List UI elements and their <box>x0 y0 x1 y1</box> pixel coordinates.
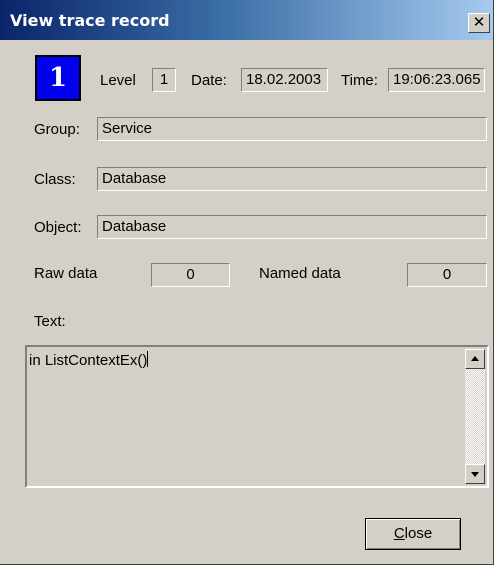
text-value: in ListContextEx() <box>29 352 148 369</box>
close-button[interactable]: Close <box>365 518 461 550</box>
text-content: in ListContextEx() <box>29 351 149 369</box>
named-data-field: 0 <box>407 263 487 287</box>
raw-data-field: 0 <box>151 263 230 287</box>
object-label: Object: <box>34 219 82 236</box>
arrow-down-icon <box>471 472 479 477</box>
text-area[interactable]: in ListContextEx() <box>25 345 489 488</box>
group-field: Service <box>97 117 487 141</box>
date-field: 18.02.2003 <box>241 68 328 92</box>
arrow-up-icon <box>471 356 479 361</box>
scroll-up-button[interactable] <box>465 349 485 369</box>
time-field: 19:06:23.065 <box>388 68 485 92</box>
named-data-label: Named data <box>259 265 341 282</box>
object-field: Database <box>97 215 487 239</box>
raw-data-label: Raw data <box>34 265 98 282</box>
text-caret <box>147 351 149 367</box>
class-label: Class: <box>34 171 76 188</box>
group-label: Group: <box>34 121 80 138</box>
close-icon[interactable]: ✕ <box>468 13 490 33</box>
trace-record-dialog: View trace record ✕ 1 Level 1 Date: 18.0… <box>0 0 494 565</box>
level-badge: 1 <box>35 55 81 101</box>
level-label: Level <box>100 72 136 89</box>
level-field: 1 <box>152 68 176 92</box>
text-label: Text: <box>34 313 66 330</box>
close-button-accel: C <box>393 525 405 542</box>
title-bar[interactable]: View trace record ✕ <box>0 0 493 40</box>
time-label: Time: <box>341 72 378 89</box>
date-label: Date: <box>191 72 227 89</box>
class-field: Database <box>97 167 487 191</box>
text-scrollbar[interactable] <box>465 349 485 484</box>
close-button-label: lose <box>404 525 433 542</box>
scroll-down-button[interactable] <box>465 464 485 484</box>
window-title: View trace record <box>10 11 170 30</box>
